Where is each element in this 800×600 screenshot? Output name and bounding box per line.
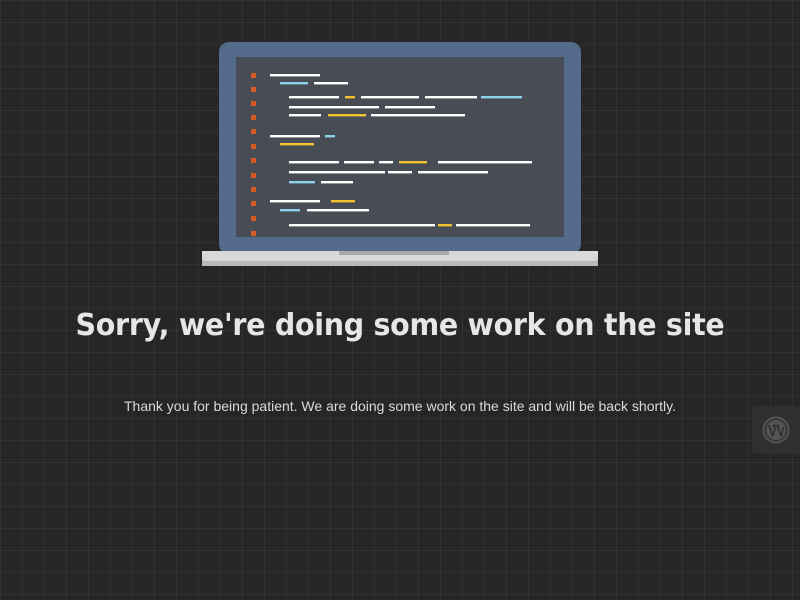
code-segment (438, 161, 532, 164)
code-segment (388, 171, 412, 174)
code-segment (361, 96, 419, 99)
code-segment (328, 114, 366, 117)
gutter-marker (251, 144, 256, 149)
gutter-marker (251, 158, 256, 163)
maintenance-message: Thank you for being patient. We are doin… (123, 398, 676, 414)
code-segment (289, 106, 379, 109)
gutter-marker (251, 187, 256, 192)
code-segment (345, 96, 355, 99)
code-segment (280, 209, 300, 212)
gutter-marker (251, 216, 256, 221)
gutter-marker (251, 231, 256, 236)
code-segment (270, 135, 320, 138)
gutter-marker (251, 201, 256, 206)
code-segment (289, 181, 315, 184)
code-segment (379, 161, 393, 164)
code-segment (418, 171, 488, 174)
gutter-marker (251, 173, 256, 178)
code-segment (289, 96, 339, 99)
gutter-marker (251, 101, 256, 106)
wordpress-badge[interactable] (752, 406, 800, 454)
code-segment (438, 224, 452, 227)
code-segment (385, 106, 435, 109)
code-segment (270, 74, 320, 77)
code-segment (321, 181, 353, 184)
code-segment (325, 135, 335, 138)
laptop-illustration (202, 42, 598, 268)
code-segment (425, 96, 477, 99)
wordpress-logo-icon (762, 416, 790, 444)
code-segment (289, 161, 339, 164)
code-segment (307, 209, 369, 212)
laptop-base-edge (202, 261, 598, 266)
code-segment (344, 161, 374, 164)
laptop-trackpad-notch (339, 251, 449, 255)
code-segment (289, 171, 385, 174)
code-segment (270, 200, 320, 203)
code-segment (280, 82, 308, 85)
code-segment (331, 200, 355, 203)
gutter-marker (251, 87, 256, 92)
laptop-code-icon (202, 42, 598, 266)
code-segment (289, 224, 435, 227)
code-segment (371, 114, 465, 117)
gutter-marker (251, 73, 256, 78)
code-segment (456, 224, 530, 227)
code-segment (314, 82, 348, 85)
code-segment (399, 161, 427, 164)
code-segment (280, 143, 314, 146)
gutter-marker (251, 115, 256, 120)
gutter-marker (251, 129, 256, 134)
code-segment (289, 114, 321, 117)
code-segment (481, 96, 522, 99)
page-title: Sorry, we're doing some work on the site (75, 308, 725, 343)
